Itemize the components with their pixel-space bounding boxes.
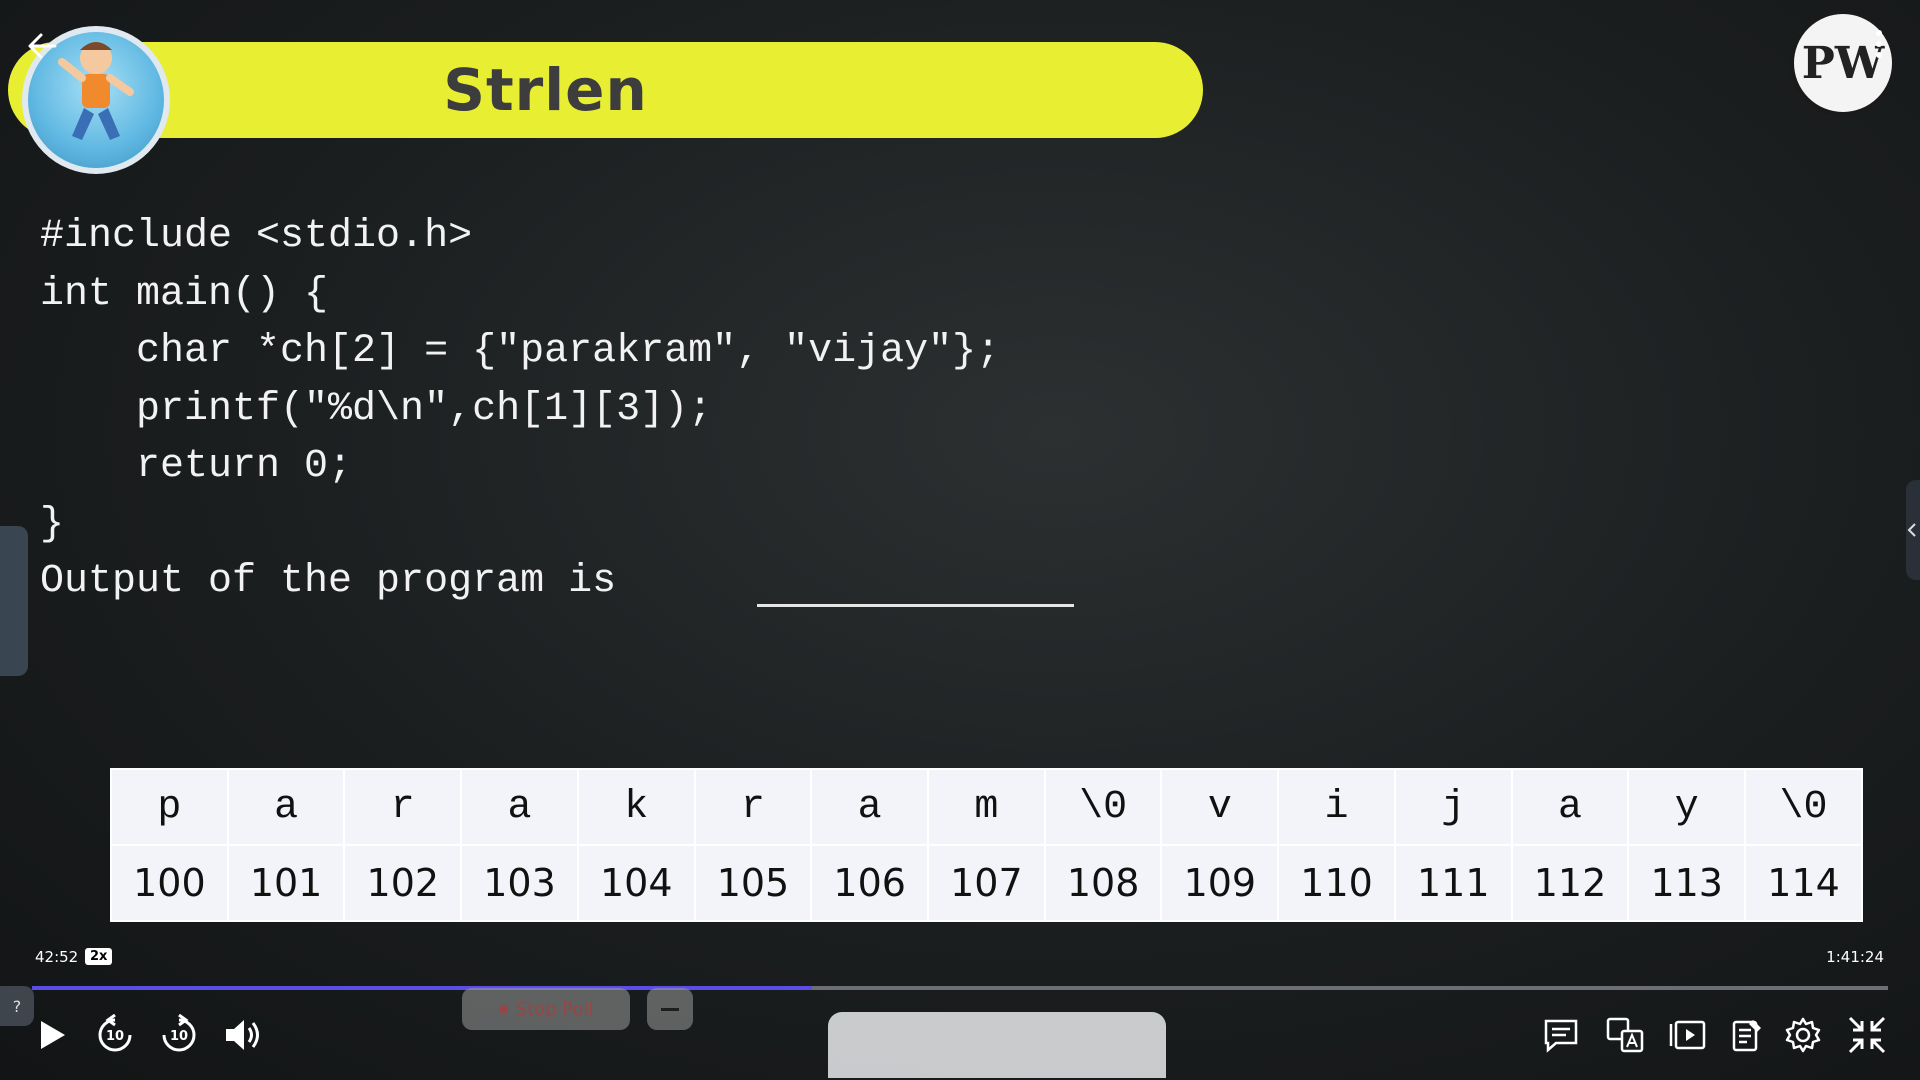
address-cell: 114 [1744,844,1863,922]
char-cell: m [927,768,1046,846]
char-row: p a r a k r a m \0 v i j a y \0 [110,768,1863,846]
address-cell: 112 [1510,844,1630,922]
back-arrow-icon[interactable] [18,22,66,70]
memory-table: p a r a k r a m \0 v i j a y \0 100 101 … [110,768,1863,922]
forward-10-icon[interactable]: 10 [152,1010,206,1060]
progress-fill [32,986,812,990]
chat-icon[interactable] [1534,1010,1588,1060]
record-dot-icon [498,1004,508,1014]
volume-icon[interactable] [216,1010,270,1060]
annotation-toolbar [828,1012,1166,1078]
left-panel-handle[interactable] [0,526,28,676]
rewind-10-icon[interactable]: 10 [88,1010,142,1060]
char-cell: i [1277,768,1396,846]
code-line: } [40,501,65,547]
slide-title-banner: Strlen [8,42,1203,138]
address-cell: 106 [810,844,930,922]
address-cell: 111 [1393,844,1513,922]
char-cell: p [110,768,229,846]
address-row: 100 101 102 103 104 105 106 107 108 109 … [110,844,1863,922]
char-cell: a [226,768,346,846]
code-line: return 0; [40,444,353,489]
slide-title: Strlen [443,56,648,124]
char-cell: y [1627,768,1747,846]
address-cell: 110 [1277,844,1396,922]
address-cell: 104 [576,844,696,922]
progress-bar[interactable] [32,986,1888,990]
code-line: int main() { [40,271,329,317]
picture-in-picture-icon[interactable] [1662,1010,1716,1060]
total-time: 1:41:24 [1826,948,1884,966]
address-cell: 113 [1627,844,1747,922]
char-cell: k [576,768,696,846]
notes-icon[interactable] [1720,1010,1774,1060]
address-cell: 102 [343,844,463,922]
char-cell: a [460,768,579,846]
current-time: 42:52 [35,948,79,966]
char-cell: r [693,768,813,846]
code-line: char *ch[2] = {"parakram", "vijay"}; [40,329,1001,374]
settings-gear-icon[interactable] [1776,1010,1830,1060]
char-cell: a [810,768,930,846]
exit-fullscreen-icon[interactable] [1840,1010,1894,1060]
address-cell: 100 [110,844,229,922]
char-cell: \0 [1043,768,1163,846]
char-cell: j [1393,768,1513,846]
code-line: printf("%d\n",ch[1][3]); [40,386,713,432]
address-cell: 101 [226,844,346,922]
right-panel-handle[interactable] [1906,480,1920,580]
playback-speed-badge[interactable]: 2x [85,948,113,965]
more-options-icon[interactable] [1874,30,1884,66]
char-cell: v [1160,768,1280,846]
chevron-left-icon [1907,523,1916,537]
char-cell: r [343,768,463,846]
question-text: Output of the program is [40,559,617,604]
translate-icon[interactable] [1598,1010,1652,1060]
minimize-poll-button[interactable] [647,988,693,1030]
char-cell: a [1510,768,1630,846]
rewind-10-label: 10 [106,1029,124,1044]
stop-poll-label: Stop Poll [515,998,594,1020]
code-line: #include <stdio.h> [40,214,473,259]
stop-poll-button[interactable]: Stop Poll [462,988,630,1030]
answer-blank [757,604,1074,607]
address-cell: 109 [1160,844,1280,922]
address-cell: 107 [927,844,1046,922]
forward-10-label: 10 [170,1029,188,1044]
address-cell: 105 [693,844,813,922]
pw-logo-text: PW [1801,37,1885,89]
play-icon[interactable] [24,1010,78,1060]
address-cell: 103 [460,844,579,922]
code-block: #include <stdio.h> int main() { char *ch… [40,208,1000,611]
address-cell: 108 [1043,844,1163,922]
char-cell: \0 [1744,768,1863,846]
